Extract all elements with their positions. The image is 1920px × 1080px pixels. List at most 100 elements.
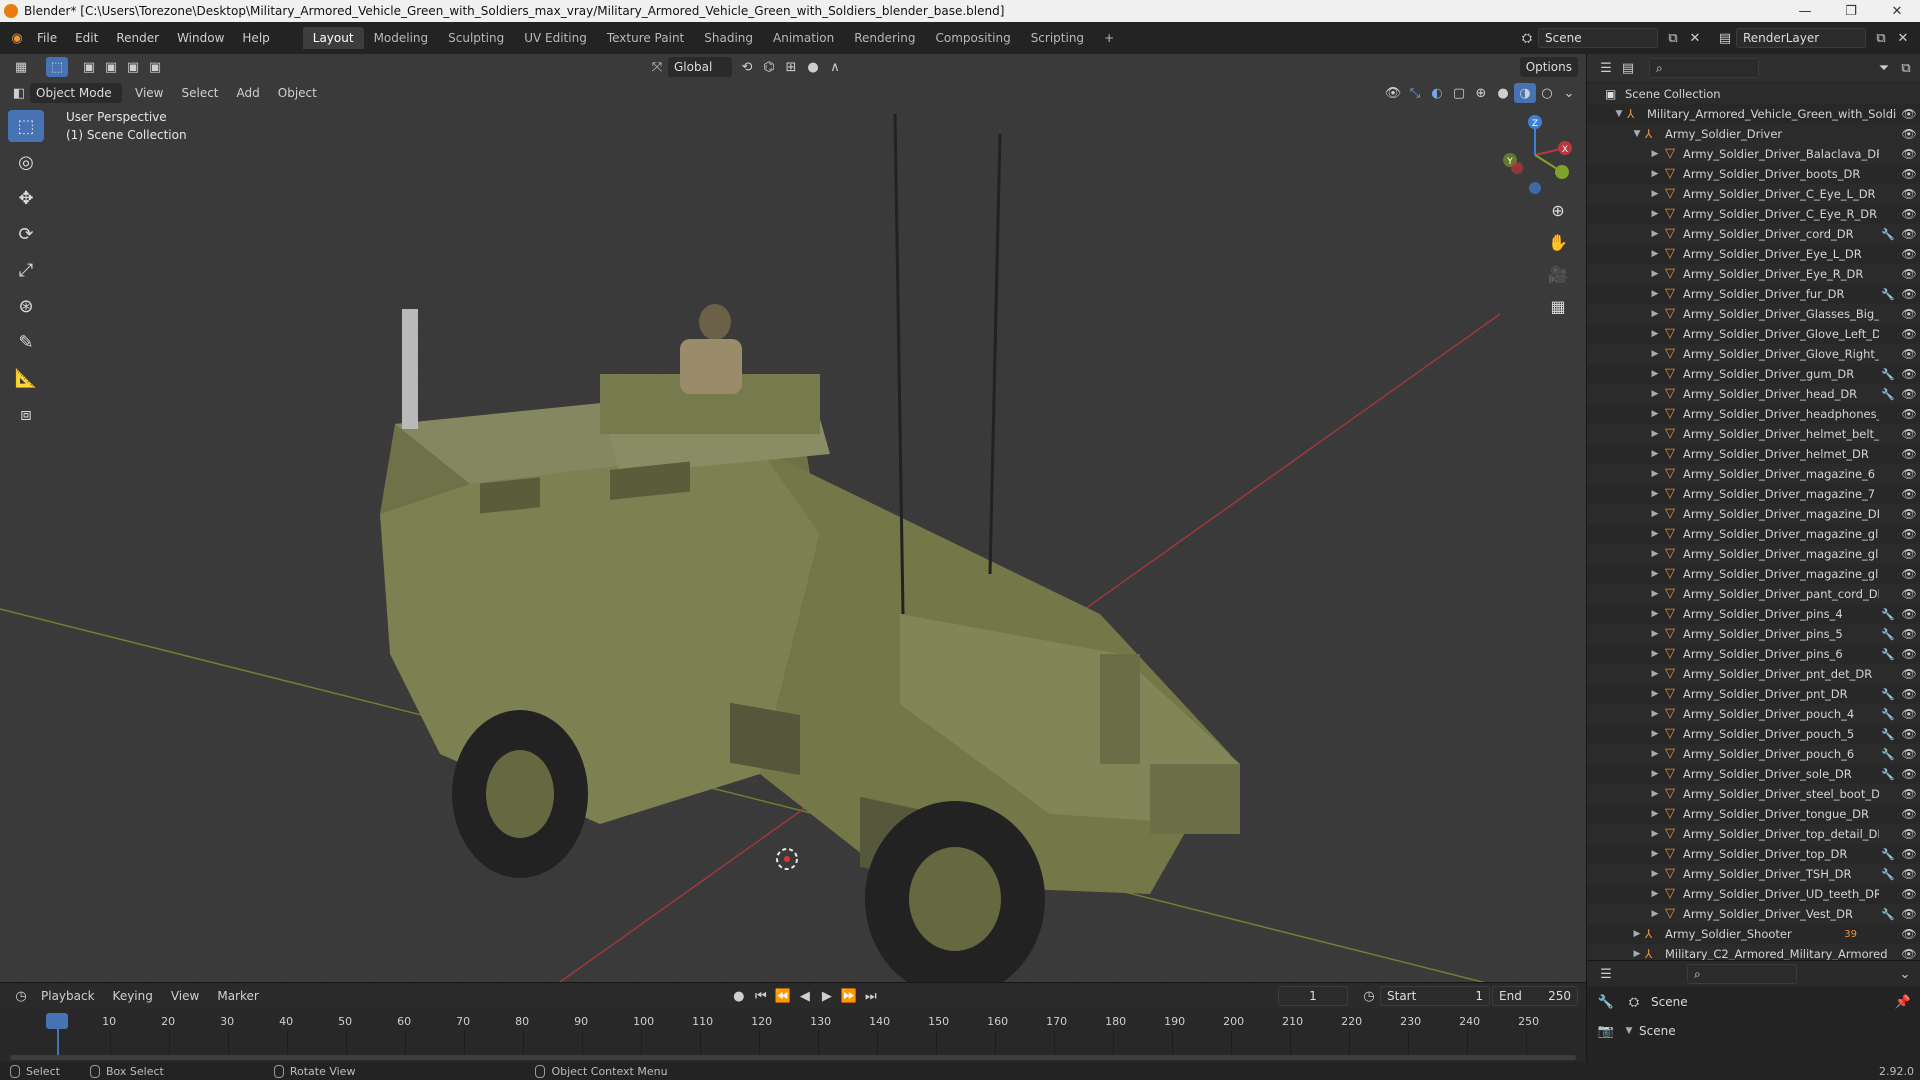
select-subtract-icon[interactable]: ▣	[122, 57, 144, 77]
timeline-menu-keying[interactable]: Keying	[104, 985, 162, 1007]
delete-layer-icon[interactable]: ✕	[1892, 28, 1914, 48]
expand-arrow-icon[interactable]: ▶	[1649, 449, 1661, 459]
outliner-mesh-item[interactable]: ▶ ▽ Army_Soldier_Driver_Glove_Right_D 👁	[1587, 344, 1920, 364]
eye-icon[interactable]: 👁	[1897, 467, 1920, 481]
snap-target-icon[interactable]: ⊞	[780, 57, 802, 77]
tab-modeling[interactable]: Modeling	[364, 27, 439, 49]
expand-arrow-icon[interactable]: ▶	[1649, 489, 1661, 499]
expand-arrow-icon[interactable]: ▶	[1649, 649, 1661, 659]
tab-compositing[interactable]: Compositing	[925, 27, 1020, 49]
eye-icon[interactable]: 👁	[1897, 287, 1920, 301]
outliner-mesh-item[interactable]: ▶ ▽ Army_Soldier_Driver_magazine_7 👁	[1587, 484, 1920, 504]
eye-icon[interactable]: 👁	[1897, 567, 1920, 581]
modifier-wrench-icon[interactable]: 🔧	[1879, 748, 1897, 761]
outliner-mesh-item[interactable]: ▶ ▽ Army_Soldier_Driver_sole_DR 🔧 👁	[1587, 764, 1920, 784]
tool-tab-icon[interactable]: 🔧	[1595, 992, 1617, 1012]
eye-icon[interactable]: 👁	[1897, 187, 1920, 201]
snap-icon[interactable]: ⌬	[758, 57, 780, 77]
outliner-mesh-item[interactable]: ▶ ▽ Army_Soldier_Driver_Glasses_Big_D 👁	[1587, 304, 1920, 324]
eye-icon[interactable]: 👁	[1897, 867, 1920, 881]
eye-icon[interactable]: 👁	[1897, 647, 1920, 661]
expand-arrow-icon[interactable]: ▶	[1649, 269, 1661, 279]
expand-arrow-icon[interactable]: ▶	[1649, 229, 1661, 239]
properties-editor-type-icon[interactable]: ☰	[1595, 964, 1617, 984]
outliner-mesh-item[interactable]: ▶ ▽ Army_Soldier_Driver_Eye_L_DR 👁	[1587, 244, 1920, 264]
scene-selector[interactable]: Scene	[1538, 28, 1658, 48]
options-dropdown[interactable]: Options	[1519, 57, 1578, 77]
gizmos-icon[interactable]: ⤡	[1404, 83, 1426, 103]
eye-icon[interactable]: 👁	[1897, 407, 1920, 421]
modifier-wrench-icon[interactable]: 🔧	[1879, 628, 1897, 641]
new-layer-icon[interactable]: ⧉	[1870, 28, 1892, 48]
tab-uv-editing[interactable]: UV Editing	[514, 27, 597, 49]
eye-icon[interactable]: 👁	[1897, 207, 1920, 221]
outliner-editor-type-icon[interactable]: ☰	[1595, 58, 1617, 78]
visibility-icon[interactable]: 👁	[1382, 83, 1404, 103]
outliner-mesh-item[interactable]: ▶ ▽ Army_Soldier_Driver_headphones_D 👁	[1587, 404, 1920, 424]
expand-arrow-icon[interactable]: ▼	[1631, 129, 1643, 139]
outliner-mesh-item[interactable]: ▶ ▽ Army_Soldier_Driver_C_Eye_L_DR 👁	[1587, 184, 1920, 204]
perspective-toggle-icon[interactable]: ▦	[1544, 292, 1572, 320]
properties-search-input[interactable]: ⌕	[1687, 964, 1797, 984]
expand-arrow-icon[interactable]: ▶	[1649, 329, 1661, 339]
eye-icon[interactable]: 👁	[1897, 167, 1920, 181]
outliner-mesh-item[interactable]: ▶ ▽ Army_Soldier_Driver_pnt_DR 🔧 👁	[1587, 684, 1920, 704]
outliner-mesh-item[interactable]: ▶ ▽ Army_Soldier_Driver_pnt_det_DR 👁	[1587, 664, 1920, 684]
tab-texture-paint[interactable]: Texture Paint	[597, 27, 694, 49]
expand-arrow-icon[interactable]: ▶	[1649, 829, 1661, 839]
outliner-mesh-item[interactable]: ▶ ▽ Army_Soldier_Driver_head_DR 🔧 👁	[1587, 384, 1920, 404]
outliner-mesh-item[interactable]: ▶ ▽ Army_Soldier_Driver_pant_cord_DR 👁	[1587, 584, 1920, 604]
expand-arrow-icon[interactable]: ▶	[1649, 349, 1661, 359]
eye-icon[interactable]: 👁	[1897, 807, 1920, 821]
outliner-mesh-item[interactable]: ▶ ▽ Army_Soldier_Driver_Vest_DR 🔧 👁	[1587, 904, 1920, 924]
outliner-group[interactable]: ▶ ⅄ Army_Soldier_Shooter 39 👁	[1587, 924, 1920, 944]
outliner-mesh-item[interactable]: ▶ ▽ Army_Soldier_Driver_pouch_4 🔧 👁	[1587, 704, 1920, 724]
outliner-mesh-item[interactable]: ▶ ▽ Army_Soldier_Driver_pins_5 🔧 👁	[1587, 624, 1920, 644]
eye-icon[interactable]: 👁	[1897, 587, 1920, 601]
outliner-mesh-item[interactable]: ▶ ▽ Army_Soldier_Driver_magazine_glas 👁	[1587, 564, 1920, 584]
jump-end-icon[interactable]: ⏭	[860, 986, 882, 1006]
outliner-mesh-item[interactable]: ▶ ▽ Army_Soldier_Driver_pouch_5 🔧 👁	[1587, 724, 1920, 744]
overlays-icon[interactable]: ◐	[1426, 83, 1448, 103]
expand-arrow-icon[interactable]: ▶	[1649, 189, 1661, 199]
expand-arrow-icon[interactable]: ▶	[1649, 169, 1661, 179]
jump-keyframe-back-icon[interactable]: ⏪	[772, 986, 794, 1006]
expand-arrow-icon[interactable]: ▶	[1649, 809, 1661, 819]
render-layer-selector[interactable]: RenderLayer	[1736, 28, 1866, 48]
tab-rendering[interactable]: Rendering	[844, 27, 925, 49]
viewport-menu-add[interactable]: Add	[228, 82, 269, 104]
shading-rendered-icon[interactable]: ○	[1536, 83, 1558, 103]
eye-icon[interactable]: 👁	[1897, 747, 1920, 761]
3d-viewport[interactable]: Z X Y	[0, 54, 1586, 982]
timeline-scrollbar[interactable]	[10, 1055, 1576, 1060]
render-tab-icon[interactable]: 📷	[1595, 1021, 1617, 1041]
select-invert-icon[interactable]: ▣	[144, 57, 166, 77]
close-button[interactable]: ✕	[1874, 4, 1920, 19]
outliner-mesh-item[interactable]: ▶ ▽ Army_Soldier_Driver_magazine_glas 👁	[1587, 544, 1920, 564]
timeline-menu-view[interactable]: View	[162, 985, 208, 1007]
outliner-mesh-item[interactable]: ▶ ▽ Army_Soldier_Driver_magazine_glas 👁	[1587, 524, 1920, 544]
timeline-menu-marker[interactable]: Marker	[208, 985, 267, 1007]
eye-icon[interactable]: 👁	[1897, 787, 1920, 801]
eye-icon[interactable]: 👁	[1897, 307, 1920, 321]
outliner-mesh-item[interactable]: ▶ ▽ Army_Soldier_Driver_helmet_DR 👁	[1587, 444, 1920, 464]
select-new-icon[interactable]: ▣	[78, 57, 100, 77]
play-reverse-icon[interactable]: ◀	[794, 986, 816, 1006]
outliner-group[interactable]: ▼ ⅄ Army_Soldier_Driver 👁	[1587, 124, 1920, 144]
move-tool-icon[interactable]: ✥	[8, 182, 44, 214]
eye-icon[interactable]: 👁	[1897, 247, 1920, 261]
shading-material-icon[interactable]: ◑	[1514, 83, 1536, 103]
shading-options-icon[interactable]: ⌄	[1558, 83, 1580, 103]
expand-arrow-icon[interactable]: ▶	[1649, 149, 1661, 159]
cursor-tool-icon[interactable]: ◎	[8, 146, 44, 178]
timeline-menu-playback[interactable]: Playback	[32, 985, 104, 1007]
expand-arrow-icon[interactable]: ▶	[1649, 629, 1661, 639]
select-mode-icon[interactable]: ⬚	[46, 57, 68, 77]
display-mode-icon[interactable]: ▤	[1617, 58, 1639, 78]
modifier-wrench-icon[interactable]: 🔧	[1879, 648, 1897, 661]
outliner-mesh-item[interactable]: ▶ ▽ Army_Soldier_Driver_Eye_R_DR 👁	[1587, 264, 1920, 284]
eye-icon[interactable]: 👁	[1897, 147, 1920, 161]
measure-tool-icon[interactable]: 📐	[8, 362, 44, 394]
expand-arrow-icon[interactable]: ▶	[1649, 609, 1661, 619]
end-frame-field[interactable]: End 250	[1492, 986, 1578, 1006]
